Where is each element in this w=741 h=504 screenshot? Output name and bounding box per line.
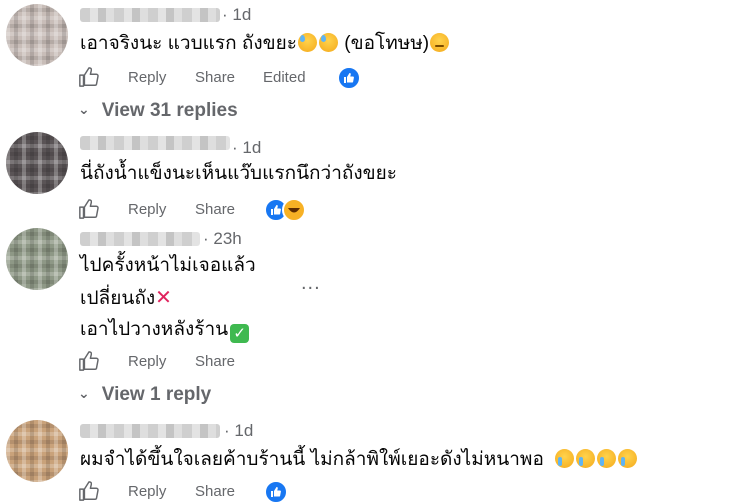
check-mark-emoji-icon: ✓ xyxy=(230,324,250,343)
crying-emoji-icon xyxy=(597,449,617,468)
time-text: 1d xyxy=(242,138,262,157)
view-replies-label: View 1 reply xyxy=(101,384,212,405)
comment-text-part: เปลี่ยนถัง xyxy=(80,288,156,309)
avatar[interactable] xyxy=(6,228,68,290)
share-button[interactable]: Share xyxy=(195,201,235,218)
crying-emoji-icon xyxy=(555,449,575,468)
time-text: 23h xyxy=(213,229,242,248)
facebook-like-reaction-icon[interactable] xyxy=(337,66,361,90)
time-text: 1d xyxy=(234,421,254,440)
comment-time[interactable]: · 1d xyxy=(224,421,253,441)
comment-text: นี่ถังน้ำแข็งนะเห็นแว๊บแรกนึกว่าถังขยะ xyxy=(80,162,397,186)
comment-time[interactable]: · 1d xyxy=(222,5,251,25)
share-button[interactable]: Share xyxy=(195,353,235,370)
grinning-sweat-emoji-icon xyxy=(297,33,317,52)
thumbs-up-icon[interactable] xyxy=(78,198,100,220)
facebook-like-reaction-icon[interactable] xyxy=(264,480,288,504)
comment-text-part: นี่ถังน้ำแข็งนะเห็นแว๊บแรกนึกว่าถังขยะ xyxy=(80,163,398,184)
comment-text-part: ไปครั้งหน้าไม่เจอแล้ว xyxy=(80,255,256,276)
chevron-down-icon: ⌄ xyxy=(78,101,90,117)
grinning-sweat-emoji-icon xyxy=(318,33,338,52)
view-replies-label: View 31 replies xyxy=(101,100,238,121)
pensive-emoji-icon xyxy=(430,33,450,52)
chevron-down-icon: ⌄ xyxy=(78,385,90,401)
reply-button[interactable]: Reply xyxy=(128,353,166,370)
avatar[interactable] xyxy=(6,132,68,194)
comment-text: เอาจริงนะ แวบแรก ถังขยะ (ขอโทษษ) xyxy=(80,32,450,56)
comment-text-line-3: เอาไปวางหลังร้าน ✓ xyxy=(80,318,250,343)
share-button[interactable]: Share xyxy=(195,483,235,500)
haha-reaction-icon[interactable] xyxy=(282,198,306,222)
comment-actions: Reply Share xyxy=(78,480,378,504)
comment-text-line-1: ไปครั้งหน้าไม่เจอแล้ว xyxy=(80,254,256,278)
comment-actions: Reply Share xyxy=(78,350,378,374)
commenter-name[interactable] xyxy=(80,136,230,150)
reply-button[interactable]: Reply xyxy=(128,483,166,500)
more-options-button[interactable]: ... xyxy=(301,272,321,295)
avatar[interactable] xyxy=(6,4,68,66)
commenter-name[interactable] xyxy=(80,424,220,438)
comment-time[interactable]: · 1d xyxy=(232,138,261,158)
comment-time[interactable]: · 23h xyxy=(203,229,242,249)
time-text: 1d xyxy=(232,5,252,24)
cross-mark-emoji-icon: ✕ xyxy=(155,287,172,309)
comment-text-part: (ขอโทษษ) xyxy=(338,33,430,54)
crying-emoji-icon xyxy=(618,449,638,468)
edited-label[interactable]: Edited xyxy=(263,69,306,86)
comment-actions: Reply Share Edited xyxy=(78,66,378,90)
comment-text-line-2: เปลี่ยนถัง✕ xyxy=(80,286,172,311)
thumbs-up-icon[interactable] xyxy=(78,350,100,372)
thumbs-up-icon[interactable] xyxy=(78,66,100,88)
reply-button[interactable]: Reply xyxy=(128,201,166,218)
share-button[interactable]: Share xyxy=(195,69,235,86)
view-replies-button[interactable]: ⌄ View 1 reply xyxy=(78,384,211,406)
view-replies-button[interactable]: ⌄ View 31 replies xyxy=(78,100,238,122)
avatar[interactable] xyxy=(6,420,68,482)
crying-emoji-icon xyxy=(576,449,596,468)
comment-text-part: เอาไปวางหลังร้าน xyxy=(80,319,229,340)
comment-text-part: ผมจำได้ขึ้นใจเลยค้าบร้านนี้ ไม่กล้าพิใพ์… xyxy=(80,449,544,470)
reply-button[interactable]: Reply xyxy=(128,69,166,86)
comment-text: ผมจำได้ขึ้นใจเลยค้าบร้านนี้ ไม่กล้าพิใพ์… xyxy=(80,448,638,472)
commenter-name[interactable] xyxy=(80,8,220,22)
comment-actions: Reply Share xyxy=(78,198,378,222)
commenter-name[interactable] xyxy=(80,232,200,246)
comment-text-part: เอาจริงนะ แวบแรก ถังขยะ xyxy=(80,33,297,54)
